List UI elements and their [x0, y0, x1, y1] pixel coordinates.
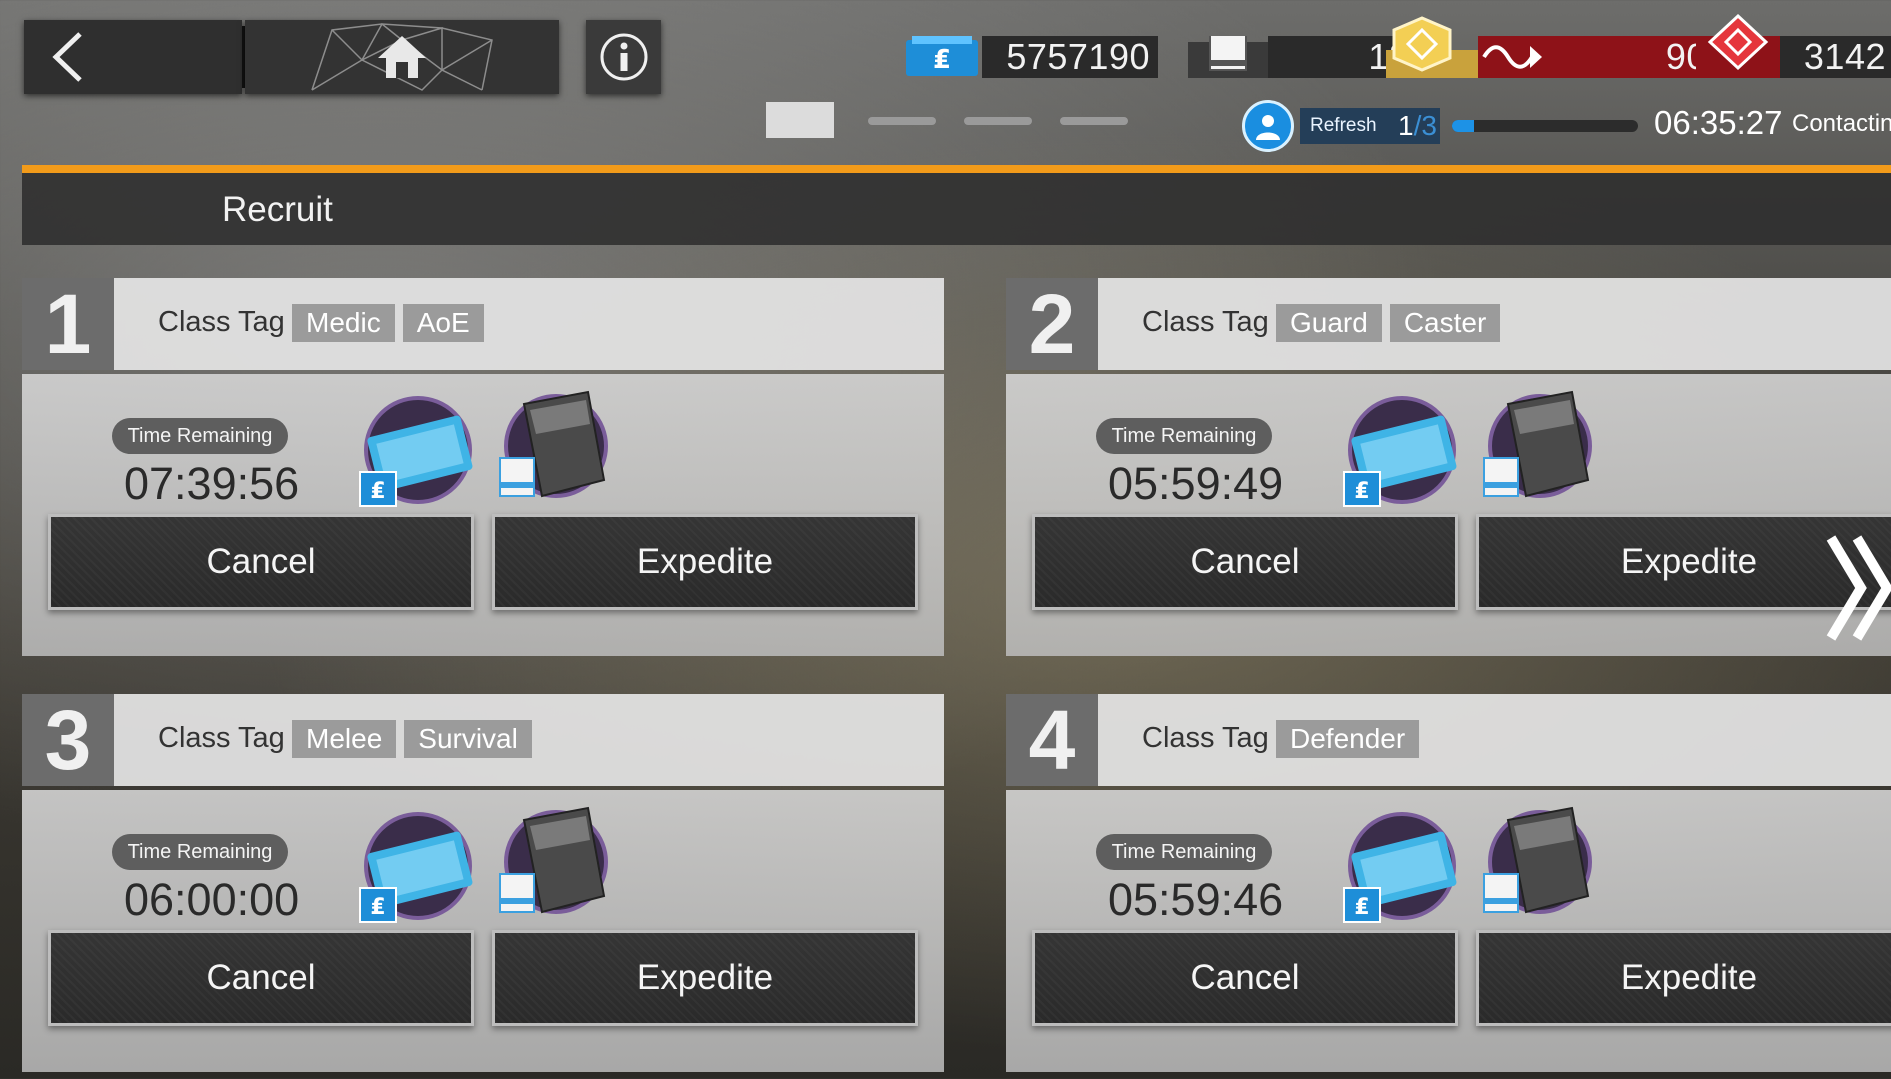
svg-text:₤: ₤ [370, 895, 385, 920]
contact-timer: 06:35:27 [1654, 104, 1783, 141]
refresh-label: Refresh [1310, 115, 1377, 136]
page-indicator-dot[interactable] [1060, 117, 1128, 125]
slot-number: 1 [22, 277, 114, 371]
originite-prime-icon [1696, 13, 1780, 78]
cancel-button[interactable]: Cancel [48, 514, 474, 610]
permit-cost-icon [1483, 806, 1592, 914]
time-remaining-value: 05:59:49 [1108, 458, 1284, 509]
class-tag: Defender [1276, 720, 1420, 758]
svg-text:₤: ₤ [1354, 479, 1369, 504]
refresh-count: 1/3 [1398, 108, 1437, 144]
time-remaining-value: 05:59:46 [1108, 874, 1284, 925]
contact-status: Contacting [1792, 110, 1891, 137]
class-tag-label: Class Tag [158, 722, 285, 754]
tag-list: Medic AoE [292, 304, 484, 342]
lmd-cost-icon: ₤ [359, 812, 473, 923]
slot-body: Time Remaining 07:39:56 ₤ Cancel Expedit… [22, 374, 944, 656]
class-tag: AoE [402, 304, 484, 342]
class-tag: Caster [1389, 304, 1501, 342]
slot-number: 2 [1006, 277, 1098, 371]
contact-progress-bar [1452, 120, 1638, 132]
permit-cost-icon [499, 806, 608, 914]
time-remaining-label: Time Remaining [112, 834, 288, 870]
orundum-icon [1386, 16, 1478, 78]
lmd-icon: ₤ [906, 36, 978, 76]
recruitment-permit-icon [1188, 36, 1268, 78]
lmd-cost-icon: ₤ [359, 396, 473, 507]
info-button[interactable] [586, 20, 661, 94]
tag-list: Guard Caster [1276, 304, 1501, 342]
slot-header: 3 Class Tag Melee Survival [22, 693, 944, 787]
lmd-counter: ₤ 5757190 [902, 36, 1158, 78]
time-remaining-label: Time Remaining [1096, 418, 1272, 454]
permit-cost-icon [1483, 390, 1592, 498]
time-remaining-label: Time Remaining [1096, 834, 1272, 870]
slot-body: Time Remaining 05:59:49 ₤ Cancel Expedit… [1006, 374, 1891, 656]
slot-header: 1 Class Tag Medic AoE [22, 277, 944, 371]
page-indicator-dot[interactable] [868, 117, 936, 125]
lmd-cost-icon: ₤ [1343, 396, 1457, 507]
slot-body: Time Remaining 06:00:00 ₤ Cancel Expedit… [22, 790, 944, 1072]
slot-header: 2 Class Tag Guard Caster [1006, 277, 1891, 371]
back-button[interactable] [24, 20, 242, 94]
lmd-cost-icon: ₤ [1343, 812, 1457, 923]
class-tag: Guard [1276, 304, 1382, 342]
slot-header: 4 Class Tag Defender [1006, 693, 1891, 787]
time-remaining-value: 07:39:56 [124, 458, 300, 509]
header-accent-line [22, 165, 1891, 173]
tag-list: Defender [1276, 720, 1420, 758]
cancel-button[interactable]: Cancel [1032, 930, 1458, 1026]
cancel-button[interactable]: Cancel [48, 930, 474, 1026]
expedite-button[interactable]: Expedite [492, 514, 918, 610]
class-tag: Survival [404, 720, 532, 758]
slot-number: 3 [22, 693, 114, 787]
originite-prime-value: 3142 [1780, 36, 1891, 78]
contact-progress-fill [1452, 120, 1475, 132]
class-tag: Melee [292, 720, 397, 758]
svg-text:₤: ₤ [370, 479, 385, 504]
time-remaining-label: Time Remaining [112, 418, 288, 454]
refresh-count-total: /3 [1413, 110, 1437, 141]
slot-number: 4 [1006, 693, 1098, 787]
exchange-icon [1478, 36, 1548, 78]
originite-prime-counter: 3142 [1696, 13, 1891, 78]
permit-cost-icon [499, 390, 608, 498]
chevron-right-icon[interactable] [1821, 528, 1891, 648]
home-button[interactable] [245, 20, 559, 94]
class-tag-label: Class Tag [1142, 722, 1269, 754]
svg-text:₤: ₤ [933, 45, 951, 75]
class-tag: Medic [292, 304, 395, 342]
expedite-button[interactable]: Expedite [492, 930, 918, 1026]
svg-text:₤: ₤ [1354, 895, 1369, 920]
page-indicator-active[interactable] [766, 102, 834, 138]
expedite-button[interactable]: Expedite [1476, 930, 1891, 1026]
page-indicator-dot[interactable] [964, 117, 1032, 125]
class-tag-label: Class Tag [1142, 306, 1269, 338]
time-remaining-value: 06:00:00 [124, 874, 300, 925]
recruiter-avatar-icon[interactable] [1242, 100, 1294, 152]
refresh-count-value: 1 [1398, 110, 1414, 141]
class-tag-label: Class Tag [158, 306, 285, 338]
info-icon [600, 33, 647, 81]
slot-body: Time Remaining 05:59:46 ₤ Cancel Expedit… [1006, 790, 1891, 1072]
home-icon [378, 36, 426, 78]
lmd-value: 5757190 [982, 36, 1158, 78]
cancel-button[interactable]: Cancel [1032, 514, 1458, 610]
tag-list: Melee Survival [292, 720, 532, 758]
back-arrow-icon [52, 32, 82, 82]
page-title: Recruit [222, 190, 333, 229]
